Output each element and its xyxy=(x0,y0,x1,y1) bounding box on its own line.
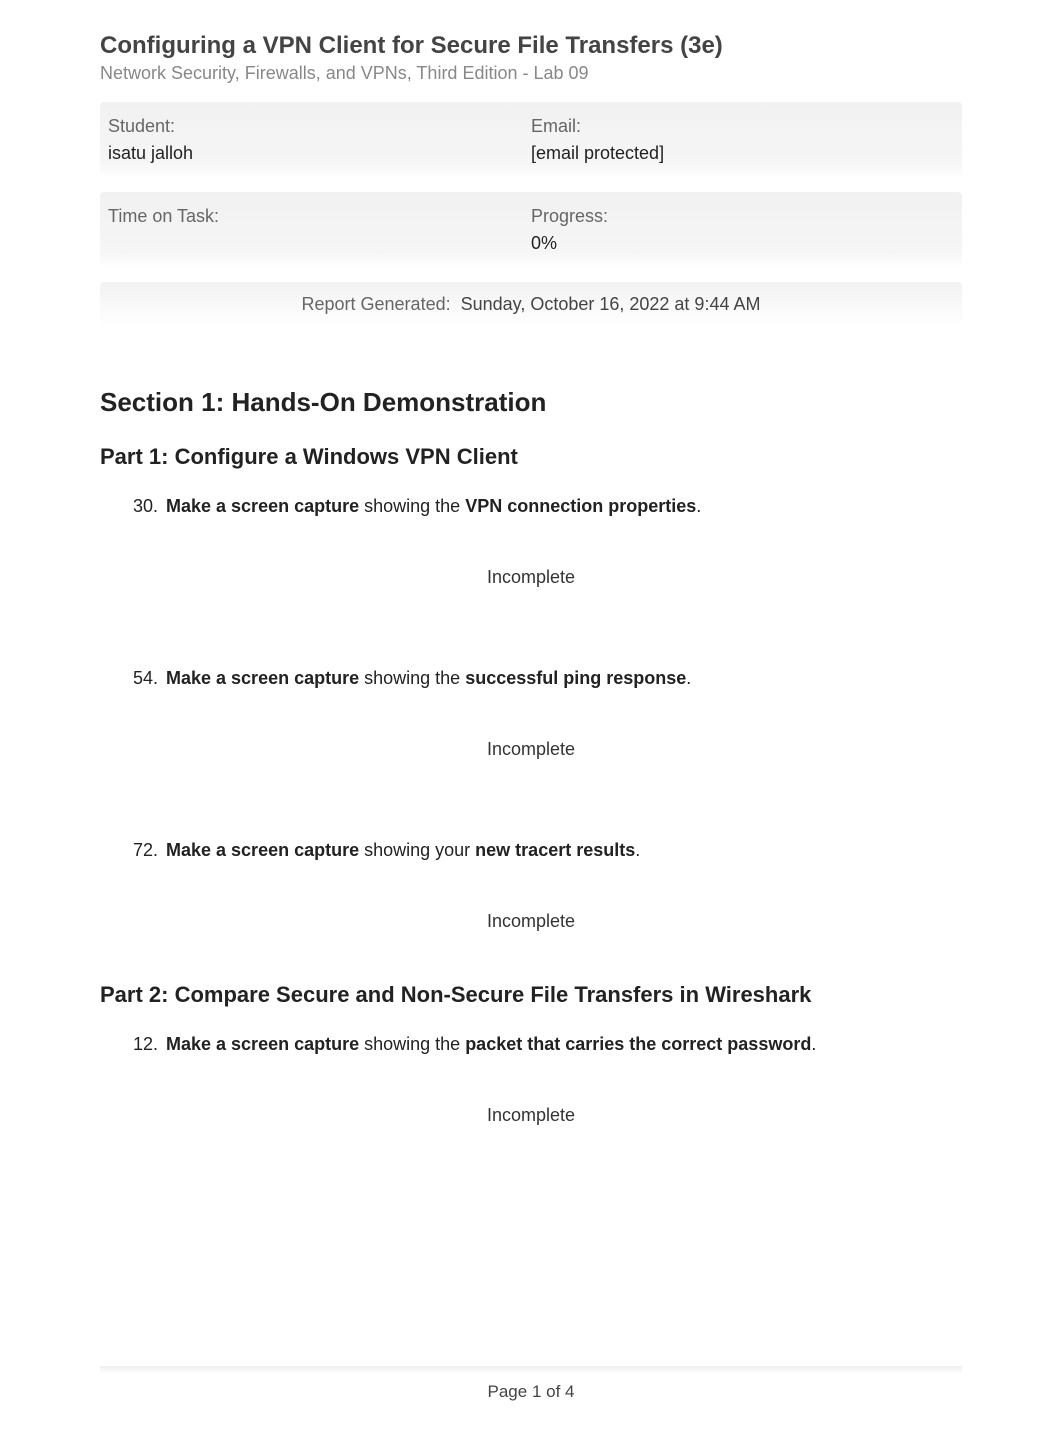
part-1-heading: Part 1: Configure a Windows VPN Client xyxy=(100,444,962,470)
page-subtitle: Network Security, Firewalls, and VPNs, T… xyxy=(100,63,962,84)
email-label: Email: xyxy=(531,116,954,137)
page: Configuring a VPN Client for Secure File… xyxy=(0,30,1062,1402)
task-item: 72. Make a screen capture showing your n… xyxy=(126,840,962,861)
task-status: Incomplete xyxy=(100,567,962,588)
task-status: Incomplete xyxy=(100,1105,962,1126)
email-value: [email protected] xyxy=(531,143,954,164)
task-text: Make a screen capture showing the packet… xyxy=(166,1034,962,1055)
student-value: isatu jalloh xyxy=(108,143,531,164)
report-value: Sunday, October 16, 2022 at 9:44 AM xyxy=(461,294,761,314)
task-status: Incomplete xyxy=(100,911,962,932)
part-2-heading: Part 2: Compare Secure and Non-Secure Fi… xyxy=(100,982,962,1008)
task-status: Incomplete xyxy=(100,739,962,760)
task-text: Make a screen capture showing the VPN co… xyxy=(166,496,962,517)
time-label: Time on Task: xyxy=(108,206,531,227)
student-label: Student: xyxy=(108,116,531,137)
progress-col: Progress: 0% xyxy=(531,206,954,254)
task-text: Make a screen capture showing your new t… xyxy=(166,840,962,861)
student-info-block: Student: isatu jalloh Email: [email prot… xyxy=(100,102,962,178)
progress-info-block: Time on Task: Progress: 0% xyxy=(100,192,962,268)
footer-divider xyxy=(100,1366,962,1374)
student-col: Student: isatu jalloh xyxy=(108,116,531,164)
report-generated-block: Report Generated: Sunday, October 16, 20… xyxy=(100,282,962,327)
task-num: 12. xyxy=(126,1034,166,1055)
progress-label: Progress: xyxy=(531,206,954,227)
task-num: 30. xyxy=(126,496,166,517)
report-label: Report Generated: xyxy=(302,294,451,314)
task-text: Make a screen capture showing the succes… xyxy=(166,668,962,689)
section-1-heading: Section 1: Hands-On Demonstration xyxy=(100,387,962,418)
task-num: 54. xyxy=(126,668,166,689)
time-col: Time on Task: xyxy=(108,206,531,254)
task-item: 30. Make a screen capture showing the VP… xyxy=(126,496,962,517)
page-footer: Page 1 of 4 xyxy=(100,1382,962,1402)
email-col: Email: [email protected] xyxy=(531,116,954,164)
page-title: Configuring a VPN Client for Secure File… xyxy=(100,30,962,61)
progress-value: 0% xyxy=(531,233,954,254)
task-item: 12. Make a screen capture showing the pa… xyxy=(126,1034,962,1055)
task-num: 72. xyxy=(126,840,166,861)
task-item: 54. Make a screen capture showing the su… xyxy=(126,668,962,689)
